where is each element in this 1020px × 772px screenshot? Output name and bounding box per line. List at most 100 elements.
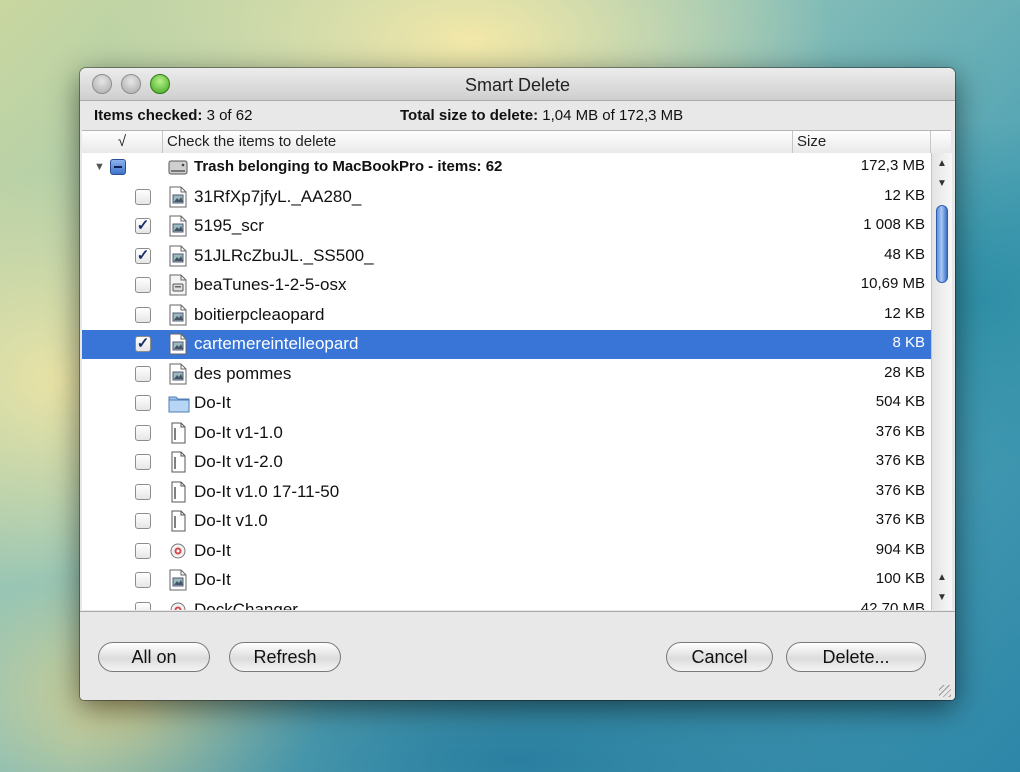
list-item[interactable]: Do-It v1-1.0 376 KB <box>82 419 931 448</box>
trash-group-row[interactable]: ▼ Trash belonging to MacBookPro - items:… <box>82 153 931 182</box>
all-on-button[interactable]: All on <box>98 642 210 672</box>
image-file-icon <box>168 363 188 385</box>
group-name: Trash belonging to MacBookPro - items: 6… <box>194 158 503 175</box>
item-checkbox[interactable] <box>135 513 151 529</box>
item-size: 376 KB <box>875 482 925 499</box>
list-item[interactable]: Do-It 504 KB <box>82 389 931 418</box>
item-checkbox-checked[interactable]: ✓ <box>135 248 151 264</box>
hard-drive-icon <box>168 156 188 178</box>
item-checkbox[interactable] <box>135 425 151 441</box>
item-size: 376 KB <box>875 452 925 469</box>
item-checkbox[interactable] <box>135 543 151 559</box>
image-file-icon <box>168 186 188 208</box>
item-name: Do-It <box>194 570 231 589</box>
item-checkbox-checked[interactable]: ✓ <box>135 218 151 234</box>
items-checked-value: 3 of 62 <box>206 107 253 124</box>
item-name: 51JLRcZbuJL._SS500_ <box>194 246 374 265</box>
item-size: 8 KB <box>892 334 925 351</box>
item-size: 42,70 MB <box>860 600 925 610</box>
resize-grip-icon[interactable] <box>939 685 951 697</box>
list-item[interactable]: Do-It v1-2.0 376 KB <box>82 448 931 477</box>
item-name: DockChanger <box>194 600 298 610</box>
disclosure-triangle-icon[interactable]: ▼ <box>94 161 105 173</box>
item-checkbox-checked[interactable]: ✓ <box>135 336 151 352</box>
scroll-up-arrow-icon[interactable]: ▲ <box>932 155 952 173</box>
item-name: 5195_scr <box>194 216 264 235</box>
document-icon <box>168 510 188 532</box>
delete-button[interactable]: Delete... <box>786 642 926 672</box>
window-title: Smart Delete <box>464 75 571 95</box>
check-column-header[interactable]: √ <box>82 131 163 153</box>
group-size: 172,3 MB <box>860 157 925 174</box>
item-size: 1 008 KB <box>863 216 925 233</box>
item-checkbox[interactable] <box>135 602 151 610</box>
item-size: 12 KB <box>884 305 925 322</box>
summary-bar: Items checked: 3 of 62 Total size to del… <box>80 101 955 129</box>
item-name: Do-It <box>194 393 231 412</box>
cancel-button[interactable]: Cancel <box>666 642 773 672</box>
image-file-icon <box>168 304 188 326</box>
vertical-scrollbar[interactable]: ▲ ▼ ▲ ▼ <box>931 153 952 610</box>
list-item[interactable]: Do-It 904 KB <box>82 537 931 566</box>
image-file-icon <box>168 215 188 237</box>
document-icon <box>168 481 188 503</box>
item-checkbox[interactable] <box>135 189 151 205</box>
document-icon <box>168 451 188 473</box>
item-name: Do-It v1-2.0 <box>194 452 283 471</box>
title-bar[interactable]: Smart Delete <box>80 68 955 101</box>
button-bar: All on Refresh Cancel Delete... <box>80 611 955 700</box>
items-checked-label: Items checked: <box>94 107 203 124</box>
list-item[interactable]: ✓ 51JLRcZbuJL._SS500_ 48 KB <box>82 242 931 271</box>
item-size: 28 KB <box>884 364 925 381</box>
item-name: beaTunes-1-2-5-osx <box>194 275 347 294</box>
item-size: 376 KB <box>875 511 925 528</box>
size-column-header[interactable]: Size <box>792 131 930 153</box>
image-file-icon <box>168 569 188 591</box>
item-checkbox[interactable] <box>135 572 151 588</box>
app-icon <box>168 599 188 610</box>
item-size: 48 KB <box>884 246 925 263</box>
folder-icon <box>168 392 190 414</box>
item-checkbox[interactable] <box>135 484 151 500</box>
list-item[interactable]: ✓ cartemereintelleopard 8 KB <box>82 330 931 359</box>
item-checkbox[interactable] <box>135 277 151 293</box>
list-item[interactable]: beaTunes-1-2-5-osx 10,69 MB <box>82 271 931 300</box>
list-item[interactable]: Do-It v1.0 376 KB <box>82 507 931 536</box>
item-name: cartemereintelleopard <box>194 334 359 353</box>
disk-image-icon <box>168 274 188 296</box>
list-item[interactable]: DockChanger 42,70 MB <box>82 596 931 610</box>
item-checkbox[interactable] <box>135 307 151 323</box>
scroll-down-arrow-icon[interactable]: ▼ <box>932 175 952 193</box>
item-name: Do-It v1.0 17-11-50 <box>194 482 340 501</box>
document-icon <box>168 422 188 444</box>
total-size-label: Total size to delete: <box>400 107 539 124</box>
items-list[interactable]: ▼ Trash belonging to MacBookPro - items:… <box>82 153 931 610</box>
scrollbar-thumb[interactable] <box>936 205 948 283</box>
item-size: 904 KB <box>875 541 925 558</box>
item-checkbox[interactable] <box>135 366 151 382</box>
item-checkbox[interactable] <box>135 395 151 411</box>
list-item[interactable]: boitierpcleaopard 12 KB <box>82 301 931 330</box>
items-checked-summary: Items checked: 3 of 62 <box>94 107 252 124</box>
smart-delete-window: Smart Delete Items checked: 3 of 62 Tota… <box>80 68 955 700</box>
scroll-up-arrow-bottom-icon[interactable]: ▲ <box>932 569 952 587</box>
list-item[interactable]: 31RfXp7jfyL._AA280_ 12 KB <box>82 183 931 212</box>
app-icon <box>168 540 188 562</box>
item-size: 10,69 MB <box>860 275 925 292</box>
item-name: Do-It v1.0 <box>194 511 268 530</box>
list-item[interactable]: des pommes 28 KB <box>82 360 931 389</box>
item-name: des pommes <box>194 364 292 383</box>
group-mixed-checkbox[interactable] <box>110 159 126 175</box>
list-item[interactable]: Do-It v1.0 17-11-50 376 KB <box>82 478 931 507</box>
refresh-button[interactable]: Refresh <box>229 642 341 672</box>
list-item[interactable]: ✓ 5195_scr 1 008 KB <box>82 212 931 241</box>
item-checkbox[interactable] <box>135 454 151 470</box>
item-name: 31RfXp7jfyL._AA280_ <box>194 187 362 206</box>
scroll-down-arrow-bottom-icon[interactable]: ▼ <box>932 589 952 607</box>
image-file-icon <box>168 333 188 355</box>
total-size-summary: Total size to delete: 1,04 MB of 172,3 M… <box>400 107 683 124</box>
list-item[interactable]: Do-It 100 KB <box>82 566 931 595</box>
name-column-header[interactable]: Check the items to delete <box>167 133 336 153</box>
item-name: Do-It <box>194 541 231 560</box>
item-size: 12 KB <box>884 187 925 204</box>
